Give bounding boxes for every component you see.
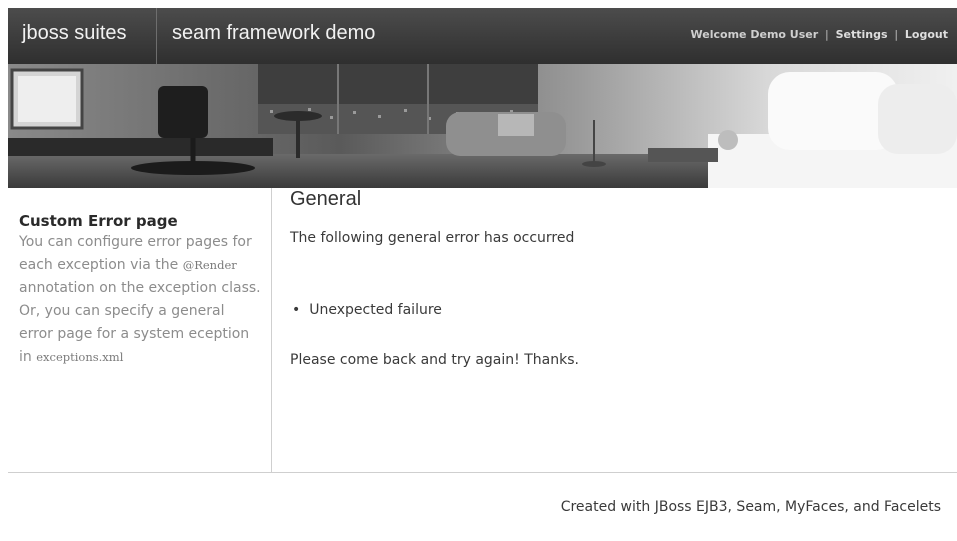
error-message-item: Unexpected failure — [290, 302, 442, 318]
nav-separator: | — [894, 28, 899, 41]
sidebar-title: Custom Error page — [19, 212, 178, 230]
brand-logo-text[interactable]: jboss suites — [22, 22, 127, 45]
exceptions-xml-code: exceptions.xml — [36, 350, 124, 364]
hotel-room-photo-icon — [8, 64, 957, 188]
footer-credits: Created with JBoss EJB3, Seam, MyFaces, … — [560, 499, 941, 515]
logout-link[interactable]: Logout — [905, 28, 948, 41]
header-bar: jboss suites seam framework demo Welcome… — [8, 8, 957, 64]
nav-separator: | — [825, 28, 829, 41]
header-divider — [156, 8, 157, 64]
footer-divider — [8, 472, 957, 473]
page-title: General — [290, 188, 362, 210]
welcome-text: Welcome Demo User — [690, 28, 819, 41]
settings-link[interactable]: Settings — [836, 28, 888, 41]
sidebar-description: You can configure error pages for each e… — [19, 231, 261, 369]
hotel-room-banner-image — [8, 64, 957, 188]
sidebar: Custom Error page You can configure erro… — [8, 188, 272, 472]
user-nav: Welcome Demo User | Settings | Logout — [691, 28, 948, 41]
render-annotation-code: @Render — [182, 258, 237, 272]
page: jboss suites seam framework demo Welcome… — [0, 0, 957, 541]
app-title: seam framework demo — [172, 22, 376, 44]
error-intro-text: The following general error has occurred — [290, 230, 575, 246]
error-message-list: Unexpected failure — [290, 302, 442, 318]
sidebar-help-panel: Custom Error page You can configure erro… — [19, 212, 261, 369]
closing-text: Please come back and try again! Thanks. — [290, 352, 579, 368]
